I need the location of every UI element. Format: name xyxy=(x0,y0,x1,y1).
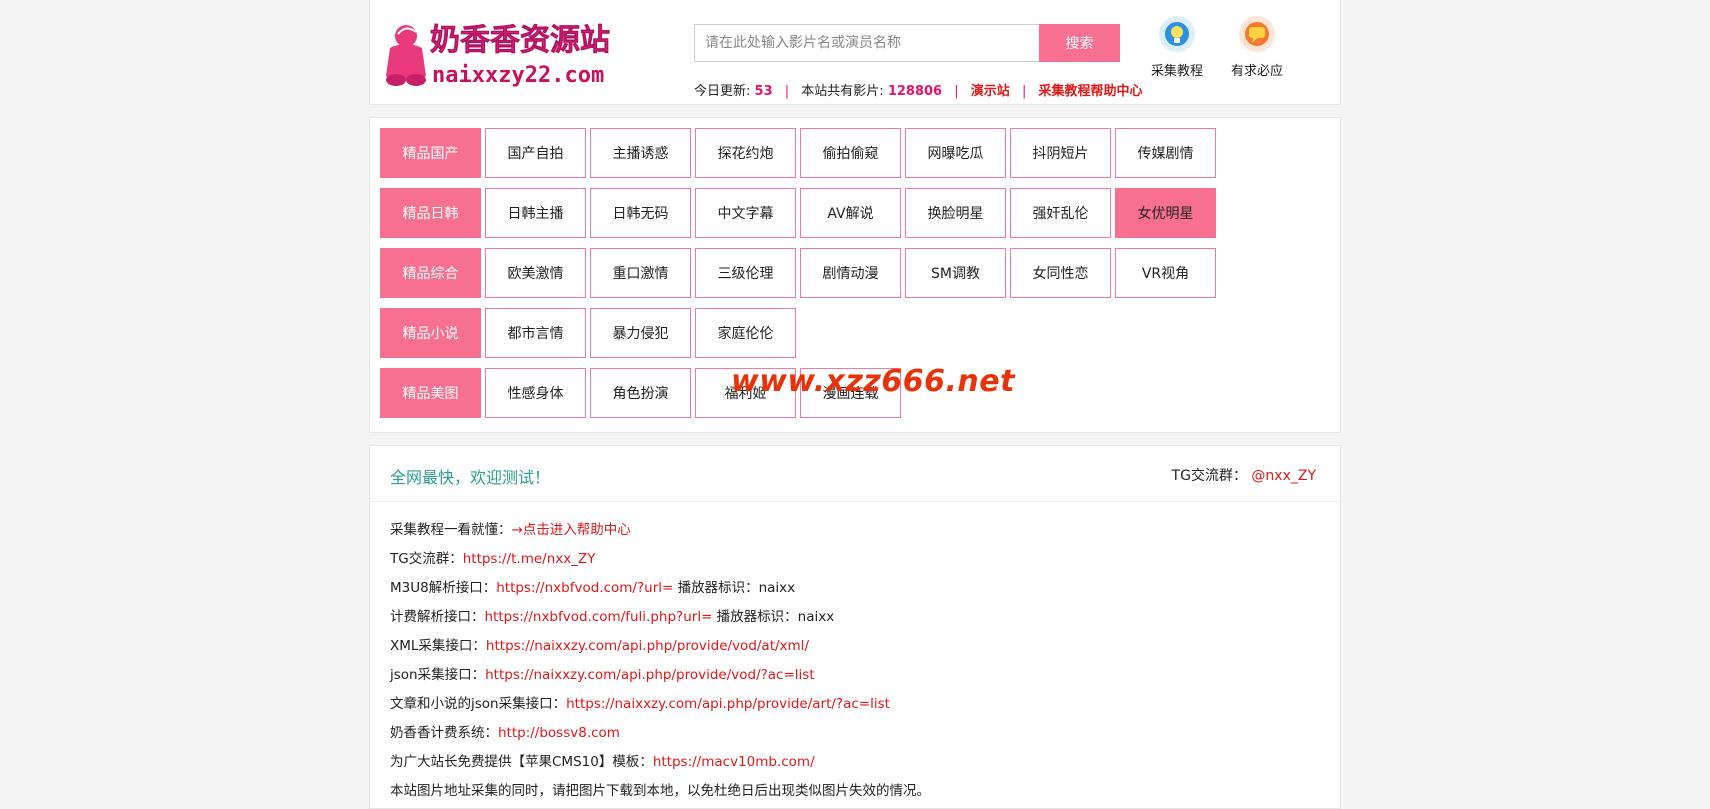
today-update-count: 53 xyxy=(754,84,773,99)
total-videos-count: 128806 xyxy=(887,84,943,99)
nav-head[interactable]: 精品国产 xyxy=(380,128,481,178)
info-line-link[interactable]: https://t.me/nxx_ZY xyxy=(463,551,596,567)
info-line-label: TG交流群： xyxy=(390,551,463,567)
info-line: XML采集接口：https://naixxzy.com/api.php/prov… xyxy=(390,632,1320,661)
page-container: 奶香香资源站 naixxzy22.com 搜索 今日更新: 53 | 本站共有影… xyxy=(369,0,1341,809)
lightbulb-icon xyxy=(1159,16,1195,52)
info-line-link[interactable]: https://naixxzy.com/api.php/provide/vod/… xyxy=(485,667,815,683)
nav-item[interactable]: 都市言情 xyxy=(485,308,586,358)
quick-link-label: 有求必应 xyxy=(1230,64,1283,79)
watermark-text: www.xzz666.net xyxy=(731,364,1015,399)
info-line: M3U8解析接口：https://nxbfvod.com/?url= 播放器标识… xyxy=(390,574,1320,603)
info-line-label: 奶香香计费系统： xyxy=(390,725,498,741)
nav-item[interactable]: VR视角 xyxy=(1115,248,1216,298)
site-header: 奶香香资源站 naixxzy22.com 搜索 今日更新: 53 | 本站共有影… xyxy=(369,0,1341,105)
info-line: 采集教程一看就懂：→点击进入帮助中心 xyxy=(390,516,1320,545)
info-panel: 全网最快，欢迎测试！ TG交流群： @nxx_ZY 采集教程一看就懂：→点击进入… xyxy=(369,445,1341,809)
nav-row-mixed: 精品综合 欧美激情 重口激情 三级伦理 剧情动漫 SM调教 女同性恋 VR视角 xyxy=(380,248,1330,300)
nav-item[interactable]: 日韩主播 xyxy=(485,188,586,238)
nav-item[interactable]: 偷拍偷窥 xyxy=(800,128,901,178)
nav-item[interactable]: 强奸乱伦 xyxy=(1010,188,1111,238)
nav-item[interactable]: 女同性恋 xyxy=(1010,248,1111,298)
nav-item[interactable]: 家庭伦伦 xyxy=(695,308,796,358)
stats-separator: | xyxy=(954,84,959,99)
info-line-link[interactable]: http://bossv8.com xyxy=(498,725,620,741)
info-line-link[interactable]: https://nxbfvod.com/?url= xyxy=(496,580,673,596)
nav-item[interactable]: 重口激情 xyxy=(590,248,691,298)
nav-head[interactable]: 精品日韩 xyxy=(380,188,481,238)
nav-item[interactable]: 网曝吃瓜 xyxy=(905,128,1006,178)
chat-bubble-icon xyxy=(1239,16,1275,52)
nav-item[interactable]: 主播诱惑 xyxy=(590,128,691,178)
nav-item[interactable]: 角色扮演 xyxy=(590,368,691,418)
nav-head[interactable]: 精品美图 xyxy=(380,368,481,418)
nav-item[interactable]: 探花约炮 xyxy=(695,128,796,178)
info-line: 文章和小说的json采集接口：https://naixxzy.com/api.p… xyxy=(390,690,1320,719)
quick-link-tutorial[interactable]: 采集教程 xyxy=(1142,14,1212,79)
welcome-text: 全网最快，欢迎测试！ xyxy=(390,468,551,487)
stats-separator: | xyxy=(784,84,790,99)
nav-item[interactable]: 暴力侵犯 xyxy=(590,308,691,358)
tg-handle-link[interactable]: @nxx_ZY xyxy=(1251,468,1316,484)
nav-row-novel: 精品小说 都市言情 暴力侵犯 家庭伦伦 xyxy=(380,308,1330,360)
info-line: 计费解析接口：https://nxbfvod.com/fuli.php?url=… xyxy=(390,603,1320,632)
nav-item[interactable]: 换脸明星 xyxy=(905,188,1006,238)
nav-item[interactable]: 中文字幕 xyxy=(695,188,796,238)
nav-item[interactable]: 国产自拍 xyxy=(485,128,586,178)
info-line-label: 文章和小说的json采集接口： xyxy=(390,696,567,712)
nav-item[interactable]: 三级伦理 xyxy=(695,248,796,298)
info-body: 采集教程一看就懂：→点击进入帮助中心 TG交流群：https://t.me/nx… xyxy=(370,502,1340,808)
today-update-label: 今日更新: xyxy=(694,84,751,99)
info-line-label: json采集接口： xyxy=(390,667,486,683)
nav-item[interactable]: 抖阴短片 xyxy=(1010,128,1111,178)
nav-row-jpkr: 精品日韩 日韩主播 日韩无码 中文字幕 AV解说 换脸明星 强奸乱伦 女优明星 xyxy=(380,188,1330,240)
site-logo[interactable]: 奶香香资源站 naixxzy22.com xyxy=(378,18,658,92)
info-line-label: XML采集接口： xyxy=(390,638,486,654)
nav-item[interactable]: AV解说 xyxy=(800,188,901,238)
info-line-label: 本站图片地址采集的同时，请把图片下载到本地，以免杜绝日后出现类似图片失效的情况。 xyxy=(390,783,930,799)
info-line: 为广大站长免费提供【苹果CMS10】模板：https://macv10mb.co… xyxy=(390,748,1320,777)
info-line-label: 计费解析接口： xyxy=(390,609,485,625)
search-box: 搜索 xyxy=(694,24,1120,62)
info-line-label: 采集教程一看就懂： xyxy=(390,522,512,538)
info-line-label: M3U8解析接口： xyxy=(390,580,497,596)
tg-group: TG交流群： @nxx_ZY xyxy=(1172,465,1316,485)
nav-item[interactable]: 传媒剧情 xyxy=(1115,128,1216,178)
site-stats: 今日更新: 53 | 本站共有影片: 128806 | 演示站 | 采集教程帮助… xyxy=(694,80,1142,99)
nav-item[interactable]: 剧情动漫 xyxy=(800,248,901,298)
nav-item-active[interactable]: 女优明星 xyxy=(1115,188,1216,238)
quick-link-label: 采集教程 xyxy=(1150,64,1203,79)
info-line-link[interactable]: https://nxbfvod.com/fuli.php?url= xyxy=(485,609,713,625)
nav-head[interactable]: 精品小说 xyxy=(380,308,481,358)
search-input[interactable] xyxy=(694,24,1053,62)
info-line-label: 为广大站长免费提供【苹果CMS10】模板： xyxy=(390,754,653,770)
info-line-suffix: 播放器标识：naixx xyxy=(673,580,796,596)
info-line: TG交流群：https://t.me/nxx_ZY xyxy=(390,545,1320,574)
nav-row-domestic: 精品国产 国产自拍 主播诱惑 探花约炮 偷拍偷窥 网曝吃瓜 抖阴短片 传媒剧情 xyxy=(380,128,1330,180)
logo-figure-icon xyxy=(386,25,426,86)
quick-link-request[interactable]: 有求必应 xyxy=(1222,14,1292,79)
info-header: 全网最快，欢迎测试！ TG交流群： @nxx_ZY xyxy=(370,446,1340,502)
info-line-suffix: 播放器标识：naixx xyxy=(712,609,835,625)
nav-item[interactable]: 欧美激情 xyxy=(485,248,586,298)
info-line: json采集接口：https://naixxzy.com/api.php/pro… xyxy=(390,661,1320,690)
nav-item[interactable]: 日韩无码 xyxy=(590,188,691,238)
logo-title: 奶香香资源站 xyxy=(430,23,610,58)
info-line: 奶香香计费系统：http://bossv8.com xyxy=(390,719,1320,748)
help-center-link[interactable]: 采集教程帮助中心 xyxy=(1038,84,1142,99)
info-line-link[interactable]: https://macv10mb.com/ xyxy=(653,754,815,770)
info-line-link[interactable]: https://naixxzy.com/api.php/provide/vod/… xyxy=(486,638,809,654)
stats-separator: | xyxy=(1021,84,1027,99)
nav-item[interactable]: 性感身体 xyxy=(485,368,586,418)
demo-site-link[interactable]: 演示站 xyxy=(971,84,1010,99)
total-videos-label: 本站共有影片: xyxy=(801,84,884,99)
info-line-link[interactable]: https://naixxzy.com/api.php/provide/art/… xyxy=(566,696,890,712)
tg-label: TG交流群： xyxy=(1171,468,1247,484)
info-line: 本站图片地址采集的同时，请把图片下载到本地，以免杜绝日后出现类似图片失效的情况。 xyxy=(390,777,1320,806)
search-button[interactable]: 搜索 xyxy=(1039,24,1120,62)
logo-domain: naixxzy22.com xyxy=(432,63,604,88)
info-line-link[interactable]: →点击进入帮助中心 xyxy=(512,522,631,538)
nav-head[interactable]: 精品综合 xyxy=(380,248,481,298)
nav-item[interactable]: SM调教 xyxy=(905,248,1006,298)
